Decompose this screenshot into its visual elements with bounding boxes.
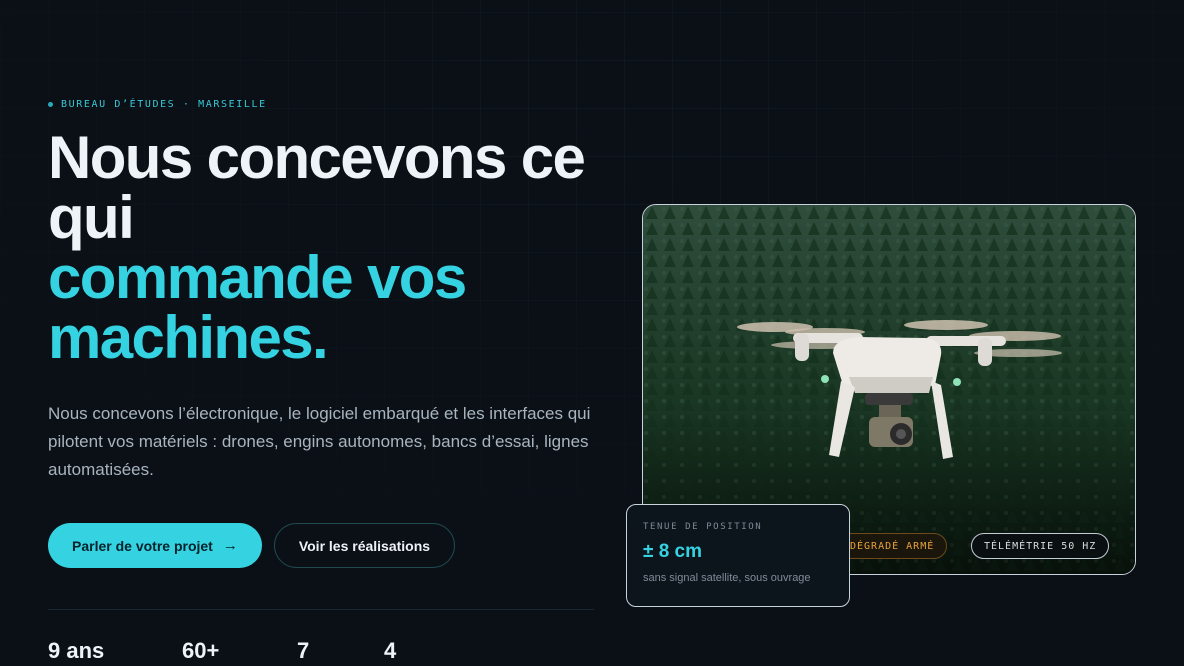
position-hold-card: TENUE DE POSITION ± 8 cm sans signal sat… (626, 504, 850, 607)
arrow-right-icon: → (222, 537, 238, 554)
stat-sectors: 7 (297, 638, 310, 663)
view-projects-button[interactable]: Voir les réalisations (273, 523, 456, 568)
hero-eyebrow: BUREAU D’ÉTUDES · MARSEILLE (48, 96, 608, 112)
stat-projects: 60+ (182, 638, 220, 663)
view-projects-label: Voir les réalisations (298, 537, 431, 554)
hero-title-accent-line2: machines. (48, 304, 329, 371)
stat-team: 4 (384, 638, 397, 663)
contact-project-button[interactable]: Parler de votre projet → (48, 523, 262, 568)
degraded-armed-badge: DÉGRADÉ ARMÉ (837, 533, 948, 559)
status-dot-icon (48, 101, 53, 107)
cta-group: Parler de votre projet → Voir les réalis… (48, 523, 608, 568)
stats-divider (48, 609, 594, 610)
position-hold-note: sans signal satellite, sous ouvrage (643, 572, 811, 584)
hero-section: BUREAU D’ÉTUDES · MARSEILLE Nous concevo… (48, 96, 608, 664)
stat-years: 9 ans (48, 638, 105, 663)
position-hold-value: ± 8 cm (643, 541, 703, 562)
eyebrow-text: BUREAU D’ÉTUDES · MARSEILLE (61, 98, 267, 110)
stats-row: 9 ans 60+ 7 4 (48, 638, 608, 664)
telemetry-badge: TÉLÉMÉTRIE 50 HZ (971, 533, 1110, 559)
hero-title-line1: Nous concevons ce (48, 124, 586, 191)
hero-title-line2: qui (48, 184, 135, 251)
contact-project-label: Parler de votre projet (72, 537, 213, 554)
position-hold-label: TENUE DE POSITION (643, 522, 763, 532)
hero-lede: Nous concevons l’électronique, le logici… (48, 404, 591, 479)
hero-title: Nous concevons ce qui commande vos machi… (48, 128, 608, 368)
hero-title-accent-line1: commande vos (48, 244, 467, 311)
